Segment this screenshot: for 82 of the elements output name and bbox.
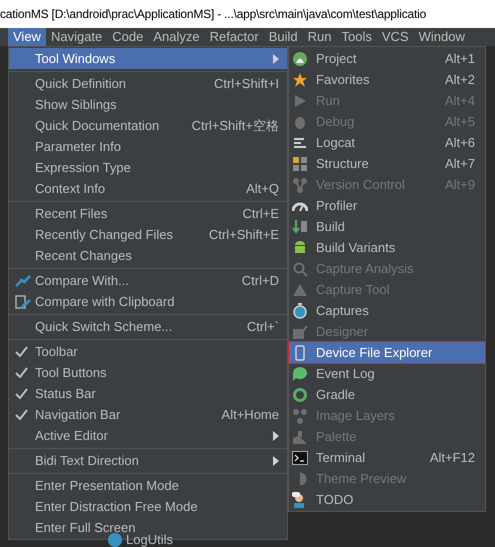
menu-item[interactable]: Context Info Alt+Q <box>9 178 287 199</box>
menu-item[interactable]: Structure Alt+7 <box>289 153 485 174</box>
menu-bar-item[interactable]: Refactor <box>204 28 264 46</box>
menu-bar-item[interactable]: Window <box>414 28 470 46</box>
layers-icon <box>292 408 308 424</box>
arrows-icon <box>15 274 31 288</box>
menu-bar-item[interactable]: Navigate <box>46 28 108 46</box>
play-icon <box>292 92 308 108</box>
menu-item[interactable]: TODO <box>289 489 485 510</box>
menu-item[interactable]: Profiler <box>289 195 485 216</box>
branch-icon <box>292 176 308 192</box>
shortcut-label: Alt+Home <box>222 406 279 424</box>
menu-item[interactable]: Navigation Bar Alt+Home <box>9 404 287 425</box>
shortcut-label: Ctrl+Shift+I <box>214 74 279 93</box>
menu-item[interactable]: Enter Presentation Mode <box>9 475 287 496</box>
download-icon <box>292 218 308 234</box>
menu-item[interactable]: Captures <box>289 300 485 321</box>
shortcut-label: Alt+F12 <box>430 448 475 467</box>
star-icon <box>292 72 308 88</box>
shortcut-label: Alt+6 <box>445 134 475 152</box>
menu-item[interactable]: Gradle <box>289 384 485 405</box>
speech-bubble-icon <box>292 366 308 382</box>
menu-item[interactable]: Show Siblings <box>9 94 287 115</box>
menu-item[interactable]: Logcat Alt+6 <box>289 132 485 153</box>
menu-bar-item[interactable]: Build <box>264 28 303 46</box>
menu-item[interactable]: Active Editor <box>9 425 287 446</box>
menu-item[interactable]: Quick Definition Ctrl+Shift+I <box>9 73 287 94</box>
menu-item[interactable]: Event Log <box>289 363 485 384</box>
menu-item[interactable]: Quick Switch Scheme... Ctrl+` <box>9 316 287 337</box>
menu-item[interactable]: Compare With... Ctrl+D <box>9 270 287 291</box>
menu-item[interactable]: Device File Explorer <box>289 342 485 363</box>
designer-icon <box>292 324 308 340</box>
menu-item[interactable]: Build Variants <box>289 237 485 258</box>
shortcut-label: Ctrl+Shift+E <box>208 226 279 244</box>
menu-item[interactable]: Terminal Alt+F12 <box>289 447 485 468</box>
menu-item[interactable]: Build <box>289 216 485 237</box>
menu-item[interactable]: Tool Buttons <box>9 362 287 383</box>
shortcut-label: Ctrl+Shift+空格 <box>192 116 279 135</box>
menu-item[interactable]: Recently Changed Files Ctrl+Shift+E <box>9 224 287 245</box>
menu-item[interactable]: Toolbar <box>9 341 287 362</box>
menu-item[interactable]: Recent Changes <box>9 245 287 266</box>
menu-bar-item[interactable]: VCS <box>376 28 414 46</box>
shortcut-label: Ctrl+` <box>246 318 279 336</box>
stopwatch-icon <box>292 302 308 318</box>
menu-item[interactable]: Tool Windows <box>9 48 287 69</box>
magnifier-icon <box>292 260 308 276</box>
menu-item[interactable]: Recent Files Ctrl+E <box>9 203 287 224</box>
shortcut-label: Ctrl+D <box>242 272 279 290</box>
menu-item[interactable]: Favorites Alt+2 <box>289 69 485 90</box>
shortcut-label: Alt+2 <box>445 70 475 89</box>
palette-icon <box>292 428 308 444</box>
menu-item[interactable]: Compare with Clipboard <box>9 291 287 312</box>
half-circle-icon <box>292 470 308 486</box>
terminal-icon <box>292 450 308 466</box>
triangle-icon <box>292 282 308 298</box>
shortcut-label: Alt+9 <box>445 176 475 194</box>
shortcut-label: Alt+Q <box>246 180 279 198</box>
menu-item[interactable]: Enter Distraction Free Mode <box>9 496 287 517</box>
menu-bar-item[interactable]: Analyze <box>148 28 205 46</box>
shortcut-label: Alt+1 <box>445 50 475 68</box>
menu-item[interactable]: Expression Type <box>9 157 287 178</box>
shortcut-label: Alt+7 <box>445 154 475 173</box>
checkmark-icon <box>15 388 28 399</box>
checkmark-icon <box>15 346 28 357</box>
menu-item[interactable]: Status Bar <box>9 383 287 404</box>
shortcut-label: Alt+4 <box>445 92 475 110</box>
clipboard-icon <box>15 294 31 310</box>
checkmark-icon <box>15 409 28 420</box>
checkmark-icon <box>15 367 28 378</box>
menu-bar-item[interactable]: Tools <box>336 28 377 46</box>
structure-icon <box>292 156 308 172</box>
menu-bar-item[interactable]: View <box>8 28 46 46</box>
shortcut-label: Alt+5 <box>445 112 475 131</box>
window-title: cationMS [D:\android\prac\ApplicationMS] - ...\app\src\main\java\com\test\applicatio <box>0 0 495 28</box>
menu-item[interactable]: Bidi Text Direction <box>9 450 287 471</box>
menu-item[interactable]: Quick Documentation Ctrl+Shift+空格 <box>9 115 287 136</box>
menu-bar-item[interactable]: Code <box>107 28 148 46</box>
shortcut-label: Ctrl+E <box>242 204 279 223</box>
menu-bar-item[interactable]: Run <box>302 28 337 46</box>
menu-item[interactable]: Project Alt+1 <box>289 48 485 69</box>
ring-icon <box>292 386 308 402</box>
menu-item[interactable]: Parameter Info <box>9 136 287 157</box>
